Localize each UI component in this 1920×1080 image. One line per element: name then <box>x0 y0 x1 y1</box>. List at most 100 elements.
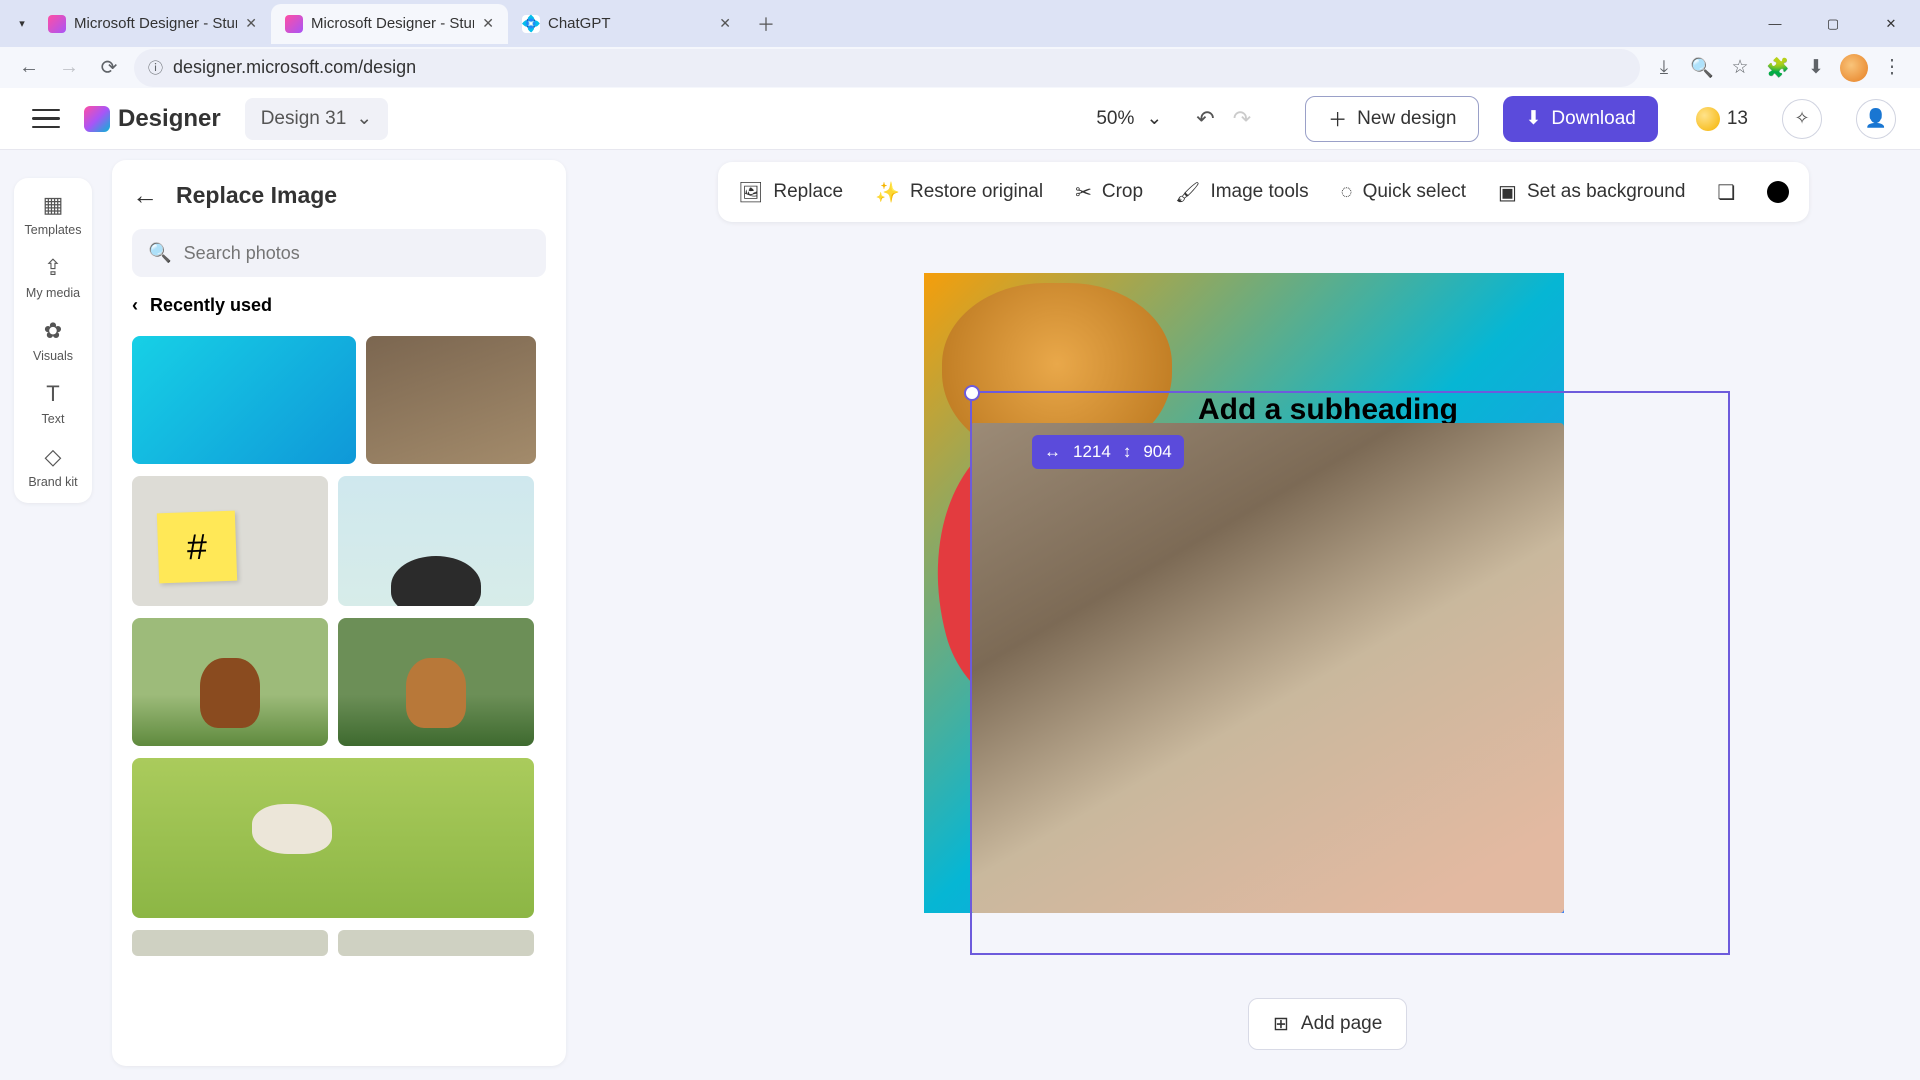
thumbnail-image[interactable] <box>338 930 534 956</box>
canvas-selected-image[interactable] <box>970 423 1564 913</box>
panel-title: Replace Image <box>176 182 337 209</box>
undo-redo-group: ↶ ↷ <box>1196 106 1251 132</box>
url-input[interactable] <box>173 57 1626 78</box>
thumbnail-image[interactable] <box>132 336 356 464</box>
rail-label: Text <box>42 412 65 426</box>
site-info-icon[interactable]: ⓘ <box>148 57 163 78</box>
download-button[interactable]: ⬇ Download <box>1503 96 1657 142</box>
rail-label: Brand kit <box>28 475 77 489</box>
search-icon: 🔍 <box>148 241 172 265</box>
tab-favicon-icon: 💠 <box>522 15 540 33</box>
redo-button[interactable]: ↷ <box>1233 106 1251 132</box>
graph-icon[interactable]: ✧ <box>1782 99 1822 139</box>
quick-select-button[interactable]: ◌Quick select <box>1341 181 1466 204</box>
workspace: ▦ Templates ⇪ My media ✿ Visuals T Text … <box>0 150 1920 1080</box>
search-photos-field[interactable]: 🔍 <box>132 229 546 277</box>
quick-select-icon: ◌ <box>1341 181 1353 204</box>
thumbnail-image[interactable] <box>132 618 328 746</box>
app-logo[interactable]: Designer <box>84 105 221 133</box>
bookmark-icon[interactable]: ☆ <box>1726 54 1754 82</box>
tab-item[interactable]: 💠 ChatGPT ✕ <box>508 4 745 44</box>
close-icon[interactable]: ✕ <box>245 15 257 32</box>
add-page-button[interactable]: ⊞ Add page <box>1248 998 1407 1050</box>
new-design-button[interactable]: ＋ New design <box>1305 96 1479 142</box>
replace-button[interactable]: 🖼Replace <box>738 180 843 205</box>
color-picker-icon[interactable] <box>1767 181 1789 203</box>
thumbnail-image[interactable] <box>366 336 536 464</box>
new-tab-button[interactable]: ＋ <box>751 9 781 39</box>
upload-icon: ⇪ <box>44 255 62 281</box>
install-app-icon[interactable]: ⤓ <box>1650 54 1678 82</box>
close-icon[interactable]: ✕ <box>719 15 731 32</box>
set-background-button[interactable]: ▣Set as background <box>1498 180 1685 205</box>
maximize-button[interactable]: ▢ <box>1804 3 1862 45</box>
back-arrow-icon[interactable]: ← <box>132 180 158 211</box>
minimize-button[interactable]: — <box>1746 3 1804 45</box>
design-name-label: Design 31 <box>261 108 347 130</box>
browser-chrome: ▾ Microsoft Designer - Stunning ✕ Micros… <box>0 0 1920 88</box>
thumbnail-image[interactable] <box>338 476 534 606</box>
tab-title: Microsoft Designer - Stunning <box>311 15 474 32</box>
thumbnail-image[interactable] <box>132 758 534 918</box>
tools-icon: 🖌 <box>1175 180 1200 205</box>
plus-square-icon: ⊞ <box>1273 1013 1289 1036</box>
rail-label: My media <box>26 286 80 300</box>
zoom-dropdown[interactable]: 50% ⌄ <box>1096 107 1162 130</box>
selection-size-badge: ↔ 1214 ↕ 904 <box>1032 435 1184 469</box>
back-icon[interactable]: ← <box>14 53 44 83</box>
search-input[interactable] <box>184 243 530 264</box>
menu-icon[interactable]: ⋮ <box>1878 54 1906 82</box>
layers-button[interactable]: ❏ <box>1717 180 1735 205</box>
thumbnail-image[interactable]: # <box>132 476 328 606</box>
left-rail: ▦ Templates ⇪ My media ✿ Visuals T Text … <box>14 178 92 503</box>
forward-icon[interactable]: → <box>54 53 84 83</box>
rail-templates[interactable]: ▦ Templates <box>14 192 92 237</box>
section-header[interactable]: ‹ Recently used <box>132 295 546 316</box>
brand-kit-icon: ◇ <box>45 444 62 470</box>
window-controls: — ▢ ✕ <box>1746 0 1920 47</box>
tab-item-active[interactable]: Microsoft Designer - Stunning ✕ <box>271 4 508 44</box>
rail-label: Templates <box>25 223 82 237</box>
extensions-icon[interactable]: 🧩 <box>1764 54 1792 82</box>
chevron-down-icon: ⌄ <box>1146 107 1162 130</box>
download-label: Download <box>1551 108 1636 130</box>
templates-icon: ▦ <box>43 192 64 218</box>
tab-search-dropdown[interactable]: ▾ <box>10 12 34 36</box>
undo-button[interactable]: ↶ <box>1196 106 1214 132</box>
rail-brand-kit[interactable]: ◇ Brand kit <box>14 444 92 489</box>
omnibox[interactable]: ⓘ <box>134 49 1640 87</box>
crop-button[interactable]: ✂Crop <box>1075 180 1143 205</box>
restore-button[interactable]: ✨Restore original <box>875 180 1043 205</box>
visuals-icon: ✿ <box>44 318 62 344</box>
sparkle-icon: ✨ <box>875 180 900 205</box>
rail-my-media[interactable]: ⇪ My media <box>14 255 92 300</box>
profile-avatar[interactable] <box>1840 54 1868 82</box>
layers-icon: ❏ <box>1717 180 1735 205</box>
zoom-icon[interactable]: 🔍 <box>1688 54 1716 82</box>
thumbnail-scroll[interactable]: # <box>132 336 556 1066</box>
tab-favicon-icon <box>48 15 66 33</box>
logo-icon <box>84 106 110 132</box>
add-page-label: Add page <box>1301 1013 1382 1035</box>
artboard[interactable]: Add a subheading body text <box>924 273 1564 913</box>
rail-text[interactable]: T Text <box>14 381 92 426</box>
coin-icon <box>1696 107 1720 131</box>
hamburger-button[interactable] <box>32 109 60 129</box>
canvas-subheading-text[interactable]: Add a subheading <box>1198 393 1458 427</box>
close-window-button[interactable]: ✕ <box>1862 3 1920 45</box>
address-bar: ← → ⟳ ⓘ ⤓ 🔍 ☆ 🧩 ⬇ ⋮ <box>0 47 1920 88</box>
thumbnail-image[interactable] <box>132 930 328 956</box>
downloads-icon[interactable]: ⬇ <box>1802 54 1830 82</box>
user-account-icon[interactable]: 👤 <box>1856 99 1896 139</box>
chevron-left-icon: ‹ <box>132 295 138 316</box>
design-name-dropdown[interactable]: Design 31 ⌄ <box>245 98 388 140</box>
tab-title: ChatGPT <box>548 15 711 32</box>
rail-visuals[interactable]: ✿ Visuals <box>14 318 92 363</box>
close-icon[interactable]: ✕ <box>482 15 494 32</box>
reload-icon[interactable]: ⟳ <box>94 53 124 83</box>
tab-item[interactable]: Microsoft Designer - Stunning ✕ <box>34 4 271 44</box>
image-tools-button[interactable]: 🖌Image tools <box>1175 180 1309 205</box>
credits-display[interactable]: 13 <box>1696 107 1748 131</box>
ct-label: Set as background <box>1527 181 1685 203</box>
thumbnail-image[interactable] <box>338 618 534 746</box>
